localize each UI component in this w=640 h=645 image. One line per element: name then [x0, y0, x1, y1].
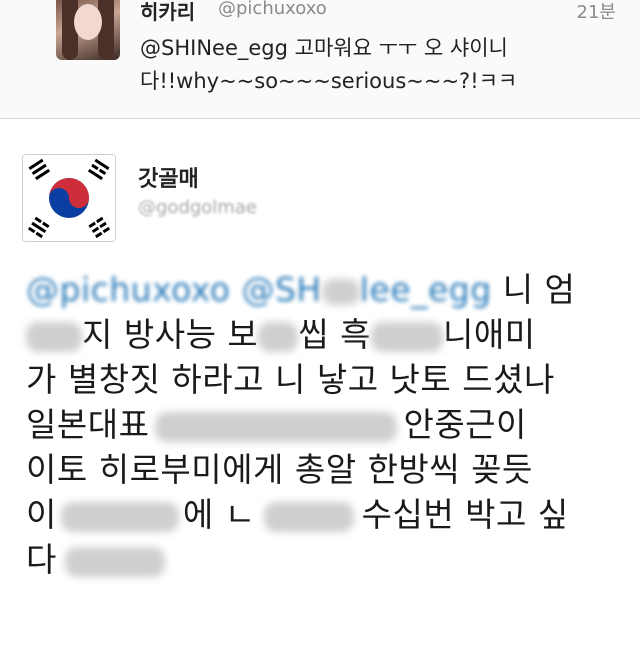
- korean-flag-avatar[interactable]: [22, 154, 116, 242]
- tweet-line: 지 방사능 보 씹 흑 니애미: [26, 312, 626, 357]
- tweet-line: 이 에 ㄴ 수십번 박고 싶: [26, 492, 626, 537]
- censor-smudge: [263, 501, 354, 532]
- tweet-author-handle[interactable]: @pichuxoxo: [218, 0, 327, 19]
- tweet-text-segment: 지 방사능 보: [82, 315, 259, 354]
- tweet-timestamp: 21분: [576, 2, 616, 23]
- tweet-line: 이토 히로부미에게 총알 한방씩 꽂듯: [26, 450, 533, 489]
- tweet-text-segment: 다: [26, 540, 57, 579]
- tweet-text: @SHINee_egg 고마워요 ㅜㅜ 오 샤이니다!!why~~so~~~se…: [140, 36, 518, 93]
- tweet-author-handle[interactable]: @godgolmae: [138, 197, 257, 218]
- tweet-text-segment: 수십번 박고 싶: [361, 495, 569, 534]
- censor-smudge: [371, 321, 443, 352]
- tweet-text-segment: 니 엄: [491, 270, 576, 309]
- tweet-text-segment: 일본대표: [26, 405, 150, 444]
- tweet-line: 일본대표 안중근이: [26, 402, 626, 447]
- censor-smudge: [26, 321, 82, 352]
- tweet-line: 다: [26, 537, 626, 582]
- tweet-text-segment: 안중근이: [403, 405, 527, 444]
- tweet-text-segment: 이: [26, 495, 57, 534]
- tweet-author-name[interactable]: 히카리: [140, 0, 195, 25]
- censor-smudge: [64, 546, 165, 577]
- top-tweet[interactable]: 히카리 @pichuxoxo 21분 @SHINee_egg 고마워요 ㅜㅜ 오…: [0, 0, 640, 119]
- tweet-text-segment: 씹 흑: [298, 315, 371, 354]
- tweet-text-segment: 에 ㄴ: [182, 495, 256, 534]
- avatar-face: [74, 4, 102, 40]
- censor-smudge: [60, 501, 179, 532]
- tweet-author-name[interactable]: 갓골매: [138, 161, 199, 193]
- censor-smudge: [321, 278, 360, 305]
- tweet-text-segment: 니애미: [443, 315, 536, 354]
- user-avatar[interactable]: [56, 0, 120, 60]
- censor-smudge: [155, 411, 398, 442]
- mention-link[interactable]: lee_egg: [360, 270, 492, 309]
- tweet-line: 가 별창짓 하라고 니 낳고 낫토 드셨나: [26, 360, 555, 399]
- censor-smudge: [258, 321, 299, 352]
- flag-icon: [23, 155, 115, 241]
- mention-link[interactable]: @pichuxoxo @SH: [26, 270, 322, 309]
- tweet-line: @pichuxoxo @SH lee_egg 니 엄: [26, 267, 626, 312]
- tweet-body: @pichuxoxo @SH lee_egg 니 엄 지 방사능 보씹 흑 니애미 …: [26, 267, 626, 582]
- main-tweet[interactable]: 갓골매 @godgolmae @pichuxoxo @SH lee_egg 니 엄…: [0, 119, 640, 645]
